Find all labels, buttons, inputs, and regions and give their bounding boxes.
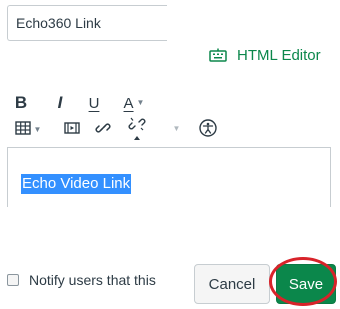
unlink-button[interactable]	[126, 117, 148, 145]
bold-button[interactable]: B	[11, 92, 31, 114]
accessibility-checker-button[interactable]	[198, 118, 218, 142]
notify-users-option[interactable]: Notify users that this	[7, 272, 157, 288]
underline-button[interactable]: U	[84, 92, 104, 114]
table-button[interactable]: ▼	[11, 120, 45, 140]
cancel-button[interactable]: Cancel	[194, 264, 270, 304]
text-color-button[interactable]: A ▼	[114, 92, 154, 114]
notify-checkbox[interactable]	[7, 274, 19, 286]
unlink-dropdown[interactable]: ▼	[170, 124, 181, 134]
save-button[interactable]: Save	[276, 264, 336, 304]
unlink-icon	[128, 116, 146, 147]
editor-selected-text[interactable]: Echo Video Link	[21, 174, 132, 194]
chevron-down-icon: ▼	[172, 124, 181, 133]
html-editor-label: HTML Editor	[237, 46, 321, 64]
media-button[interactable]	[62, 120, 82, 140]
keyboard-icon	[209, 48, 227, 62]
italic-button[interactable]: I	[50, 92, 70, 114]
italic-label: I	[57, 93, 63, 112]
link-button[interactable]	[93, 120, 113, 140]
underline-label: U	[88, 94, 100, 112]
chevron-down-icon: ▼	[33, 125, 42, 134]
title-input[interactable]	[7, 5, 167, 41]
accessibility-icon	[199, 118, 217, 142]
rich-content-editor[interactable]: Echo Video Link	[7, 147, 331, 207]
table-icon	[14, 120, 31, 140]
chevron-down-icon: ▼	[136, 98, 145, 107]
notify-label: Notify users that this	[29, 272, 156, 288]
text-color-label: A	[123, 94, 134, 112]
link-icon	[95, 120, 111, 141]
bold-label: B	[14, 93, 28, 112]
html-editor-toggle[interactable]: HTML Editor	[209, 44, 321, 66]
media-icon	[64, 121, 80, 140]
